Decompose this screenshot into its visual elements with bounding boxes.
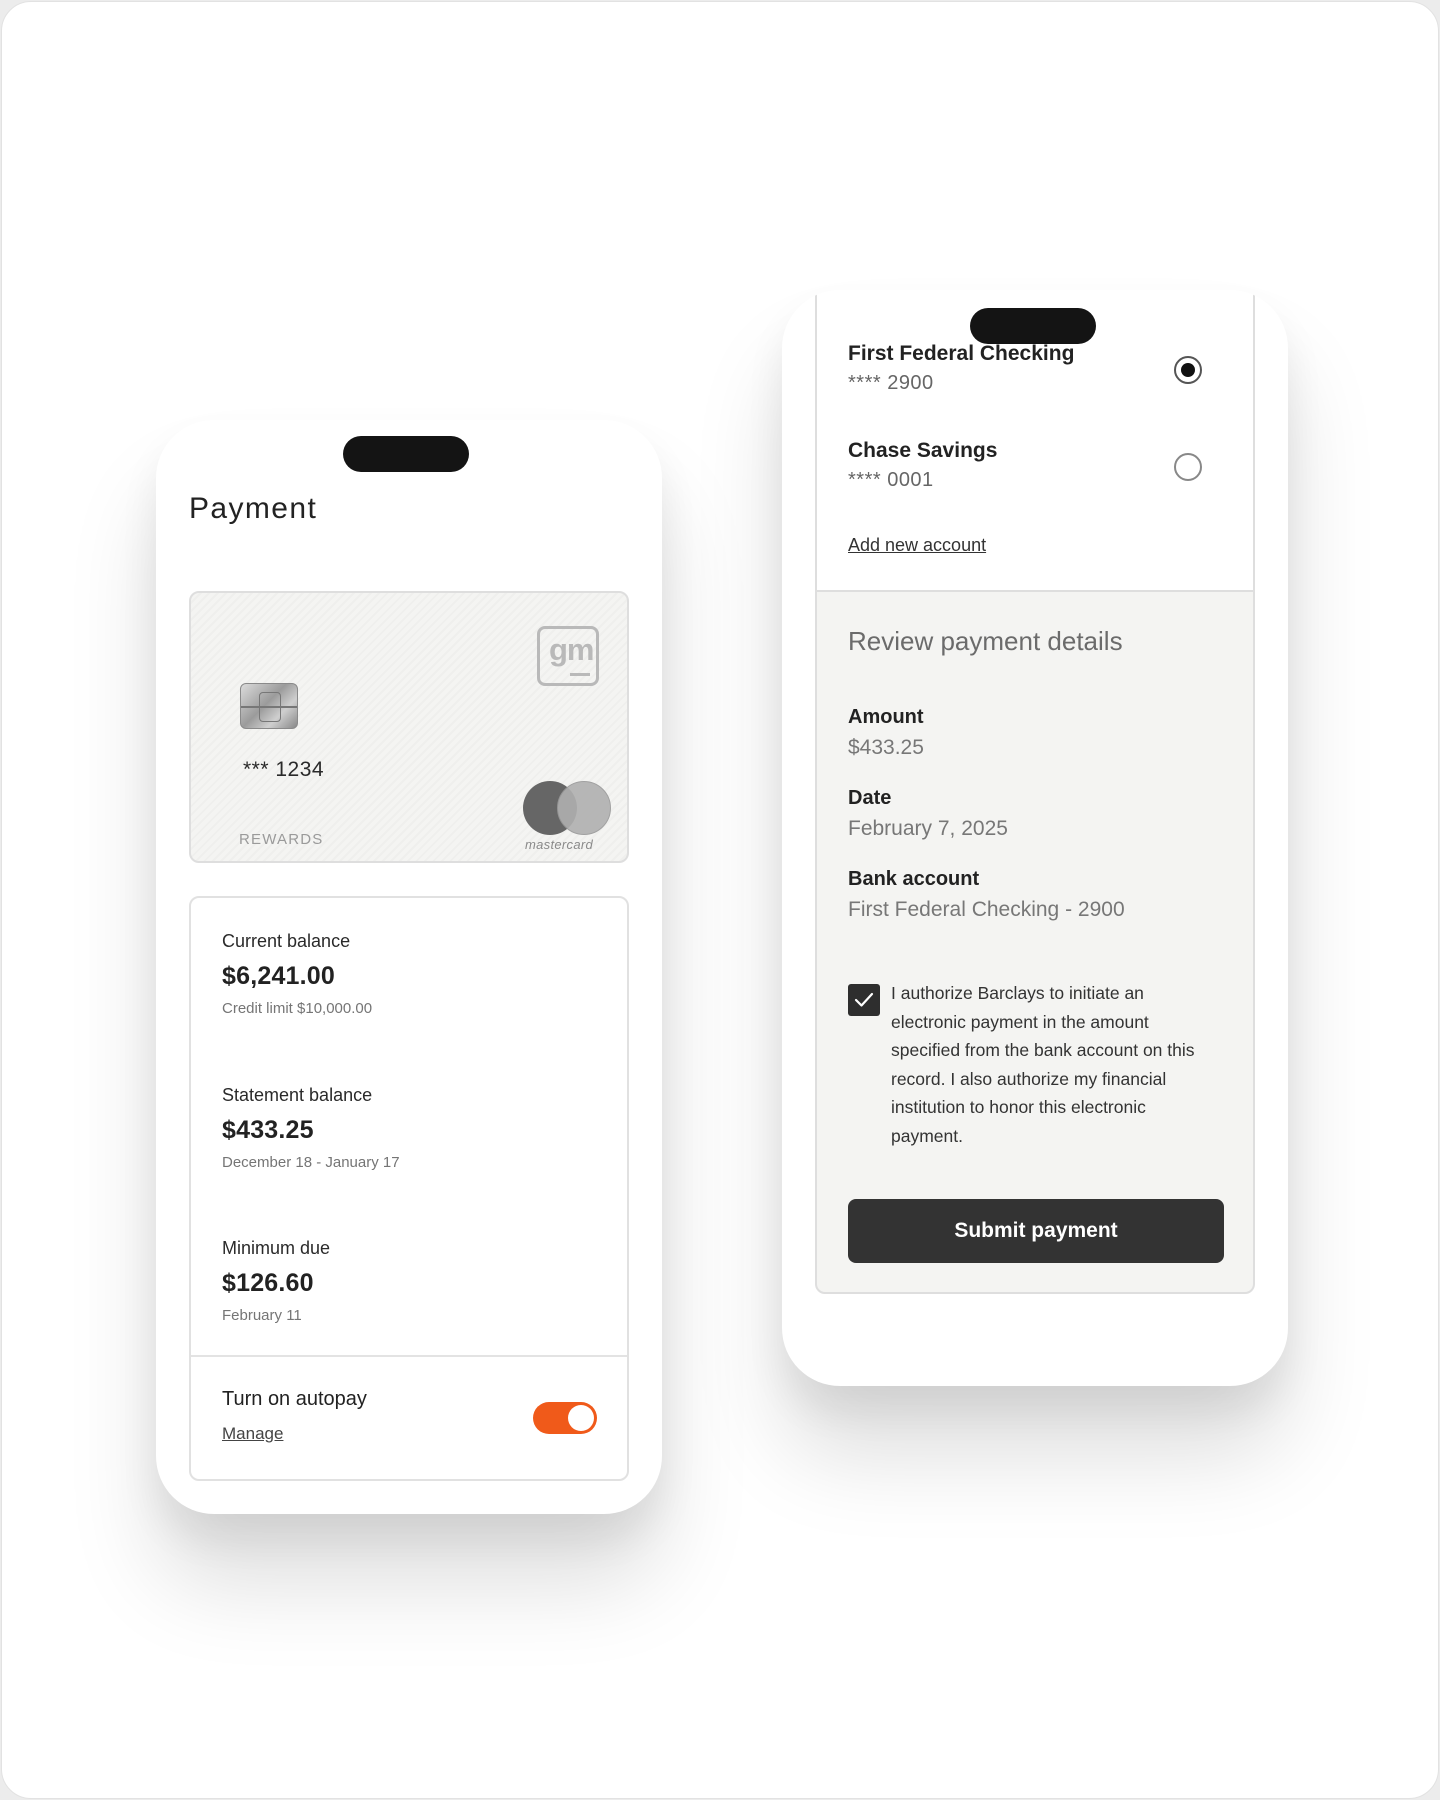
statement-balance: Statement balance $433.25 December 18 - … [222,1085,400,1171]
account-radio-savings[interactable] [1174,453,1202,481]
balance-label: Statement balance [222,1085,373,1105]
detail-amount: Amount $433.25 [848,706,924,760]
gm-logo-text: gm [549,632,594,667]
balance-subtext: Credit limit $10,000.00 [222,1000,373,1017]
add-new-account-link[interactable]: Add new account [848,535,986,556]
autopay-toggle[interactable] [533,1402,597,1434]
detail-label: Date [848,787,892,809]
balance-value: $6,241.00 [222,962,336,990]
account-option-checking[interactable]: First Federal Checking **** 2900 [848,342,1228,395]
submit-payment-button[interactable]: Submit payment [848,1199,1224,1263]
card-tier: REWARDS [239,831,324,848]
autopay-label: Turn on autopay [222,1388,367,1410]
detail-label: Bank account [848,868,980,890]
detail-bank-account: Bank account First Federal Checking - 29… [848,868,1125,922]
authorization-text: I authorize Barclays to initiate an elec… [891,983,1195,1146]
account-number: **** 2900 [848,372,934,394]
balance-subtext: December 18 - January 17 [222,1154,400,1171]
card-number: *** 1234 [243,758,325,781]
account-option-savings[interactable]: Chase Savings **** 0001 [848,439,1228,492]
divider [191,1355,627,1357]
balance-label: Minimum due [222,1238,331,1258]
review-payment-panel: Review payment details Amount $433.25 Da… [815,590,1255,1294]
card-network-label: mastercard [525,837,594,852]
mastercard-logo-icon: mastercard [523,781,613,852]
account-number: **** 0001 [848,469,934,491]
balance-value: $433.25 [222,1116,314,1144]
detail-value: $433.25 [848,736,924,759]
credit-card[interactable]: gm *** 1234 REWARDS mastercard [189,591,629,863]
account-name: First Federal Checking [848,342,1075,365]
detail-value: First Federal Checking - 2900 [848,898,1125,921]
account-radio-checking[interactable] [1174,356,1202,384]
manage-autopay-link[interactable]: Manage [222,1424,283,1444]
payment-phone: Payment gm *** 1234 REWARDS mastercard C… [156,420,662,1514]
balance-panel: Current balance $6,241.00 Credit limit $… [189,896,629,1481]
balance-subtext: February 11 [222,1307,302,1324]
balance-value: $126.60 [222,1269,314,1297]
authorization-checkbox[interactable] [848,984,880,1016]
minimum-due: Minimum due $126.60 February 11 [222,1238,330,1324]
checkmark-icon [854,992,874,1007]
detail-date: Date February 7, 2025 [848,787,1008,841]
current-balance: Current balance $6,241.00 Credit limit $… [222,931,372,1017]
account-name: Chase Savings [848,439,998,462]
detail-label: Amount [848,706,924,728]
review-title: Review payment details [848,626,1123,656]
page-title: Payment [189,492,318,525]
dynamic-island [970,308,1096,344]
dynamic-island [343,436,469,472]
detail-value: February 7, 2025 [848,817,1008,840]
presentation-canvas: Payment gm *** 1234 REWARDS mastercard C… [1,1,1439,1799]
toggle-knob [568,1405,594,1431]
gm-logo-icon: gm [537,626,599,686]
review-phone: First Federal Checking **** 2900 Chase S… [782,290,1288,1386]
balance-label: Current balance [222,931,351,951]
card-chip-icon [240,683,298,729]
